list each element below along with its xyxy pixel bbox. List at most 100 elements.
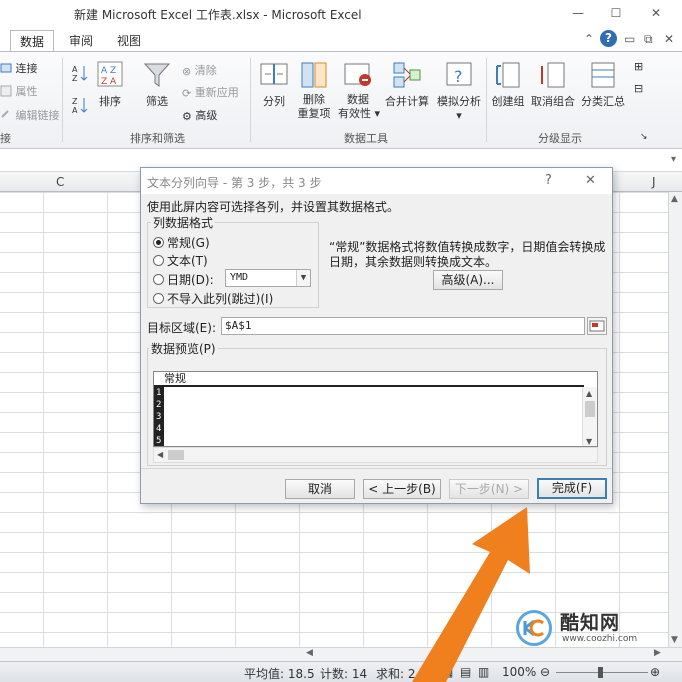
preview-column-header[interactable]: 常规 xyxy=(154,372,584,387)
status-sum: 求和: 2 xyxy=(376,667,416,681)
ribbon: 连接 属性 编辑链接 接 AZ ZA A ZZ A 排序 筛选 ⊗ 清除 ⟳ 重… xyxy=(0,51,682,149)
sort-ascending-icon: AZ xyxy=(72,64,88,85)
scroll-left-icon[interactable]: ◀ xyxy=(306,648,313,658)
vertical-scrollbar[interactable]: ▲ ▼ xyxy=(668,192,682,647)
range-picker-icon xyxy=(589,320,605,332)
radio-unselected-icon xyxy=(153,255,164,266)
clear-button[interactable]: ⊗ 清除 xyxy=(182,62,217,78)
finish-button[interactable]: 完成(F) xyxy=(537,478,607,499)
ribbon-close-icon[interactable]: ✕ xyxy=(664,32,674,46)
chevron-down-icon[interactable]: ▼ xyxy=(296,270,310,286)
date-format-value: YMD xyxy=(230,272,249,283)
dialog-close-button[interactable]: ✕ xyxy=(585,173,596,188)
status-count: 计数: 14 xyxy=(320,667,368,681)
edit-links-button[interactable]: 编辑链接 xyxy=(0,107,60,124)
dialog-launcher-icon[interactable]: ↘ xyxy=(640,132,648,142)
radio-date[interactable]: 日期(D): xyxy=(153,271,214,288)
reapply-button[interactable]: ⟳ 重新应用 xyxy=(182,84,239,100)
cancel-button[interactable]: 取消 xyxy=(285,479,355,499)
scroll-up-icon[interactable]: ▲ xyxy=(586,389,592,398)
coozhi-logo-icon xyxy=(516,610,552,646)
preview-values: 1 2 3 4 5 xyxy=(156,387,162,446)
tab-view[interactable]: 视图 xyxy=(110,30,148,52)
connections-button[interactable]: 连接 xyxy=(0,60,38,77)
consolidate-icon xyxy=(393,62,421,88)
properties-label: 属性 xyxy=(15,85,38,98)
connections-group-label: 接 xyxy=(0,132,11,145)
destination-input[interactable]: $A$1 xyxy=(221,317,585,335)
tab-review[interactable]: 审阅 xyxy=(62,30,100,52)
scroll-up-icon[interactable]: ▲ xyxy=(671,194,678,204)
range-picker-button[interactable] xyxy=(587,317,607,335)
help-icon[interactable]: ? xyxy=(600,30,617,47)
sort-button[interactable]: A ZZ A 排序 xyxy=(94,60,126,109)
preview-vertical-scrollbar[interactable]: ▲ ▼ xyxy=(582,387,597,446)
properties-button[interactable]: 属性 xyxy=(0,83,38,100)
dialog-instruction: 使用此屏内容可选择各列，并设置其数据格式。 xyxy=(147,200,400,214)
page-break-icon[interactable]: ▥ xyxy=(478,665,489,679)
clear-filter-icon: ⊗ xyxy=(182,64,192,78)
back-button[interactable]: < 上一步(B) xyxy=(363,479,441,499)
text-to-columns-icon xyxy=(260,63,288,85)
minimize-button[interactable]: — xyxy=(570,6,586,20)
destination-label: 目标区域(E): xyxy=(147,321,216,335)
preview-row: 5 xyxy=(156,436,162,446)
what-if-analysis-button[interactable]: ? 模拟分析 ▾ xyxy=(434,60,484,122)
column-j-header[interactable]: J xyxy=(652,175,656,189)
column-c-header[interactable]: C xyxy=(56,175,64,189)
radio-skip[interactable]: 不导入此列(跳过)(I) xyxy=(153,290,273,307)
data-validation-icon xyxy=(344,63,371,86)
dialog-help-button[interactable]: ? xyxy=(545,173,552,188)
preview-horizontal-scrollbar[interactable]: ◀ xyxy=(153,447,598,463)
tab-data[interactable]: 数据 xyxy=(10,30,54,52)
subtotal-icon xyxy=(591,62,615,88)
svg-text:A: A xyxy=(72,106,78,114)
ribbon-restore-icon[interactable]: ⧉ xyxy=(644,32,653,47)
normal-view-icon[interactable]: ▦ xyxy=(442,665,453,679)
next-button[interactable]: 下一步(N) > xyxy=(449,479,529,499)
radio-unselected-icon xyxy=(153,293,164,304)
data-validation-label-2: 有效性 xyxy=(338,107,371,120)
show-detail-icon: ⊞ xyxy=(634,60,644,73)
radio-general[interactable]: 常规(G) xyxy=(153,234,210,251)
preview-row: 4 xyxy=(156,424,162,434)
data-preview-box[interactable]: 常规 1 2 3 4 5 ▲ ▼ xyxy=(153,371,598,447)
advanced-filter-button[interactable]: ⚙ 高级 xyxy=(182,107,217,123)
filter-button[interactable]: 筛选 xyxy=(140,60,174,109)
sort-za-button[interactable]: ZA xyxy=(72,96,88,117)
expand-formula-bar-icon[interactable]: ▾ xyxy=(671,154,676,165)
subtotal-label: 分类汇总 xyxy=(581,95,625,108)
data-validation-label-1: 数据 xyxy=(347,93,369,106)
sort-az-button[interactable]: AZ xyxy=(72,64,88,85)
text-to-columns-button[interactable]: 分列 xyxy=(258,60,290,109)
close-button[interactable]: ✕ xyxy=(648,6,664,20)
scroll-thumb[interactable] xyxy=(168,450,184,460)
remove-duplicates-button[interactable]: 删除 重复项 xyxy=(296,60,332,121)
subtotal-button[interactable]: 分类汇总 xyxy=(578,60,628,109)
data-preview-legend: 数据预览(P) xyxy=(149,340,218,357)
consolidate-button[interactable]: 合并计算 xyxy=(382,60,432,109)
maximize-button[interactable]: ☐ xyxy=(608,6,624,20)
ribbon-minimize-icon[interactable]: ▭ xyxy=(624,32,635,46)
data-validation-button[interactable]: 数据 有效性 ▾ xyxy=(338,60,380,121)
radio-text[interactable]: 文本(T) xyxy=(153,252,208,269)
hide-detail-button[interactable]: ⊟ xyxy=(634,82,643,95)
collapse-ribbon-icon[interactable]: ⌃ xyxy=(584,32,594,46)
radio-selected-icon xyxy=(153,237,164,248)
page-layout-icon[interactable]: ▤ xyxy=(460,665,471,679)
advanced-button[interactable]: 高级(A)... xyxy=(433,270,503,290)
ungroup-button[interactable]: 取消组合 xyxy=(530,60,576,109)
scroll-down-icon[interactable]: ▼ xyxy=(671,635,678,645)
scroll-thumb[interactable] xyxy=(585,401,595,417)
svg-text:A: A xyxy=(72,65,78,74)
group-button[interactable]: 创建组 xyxy=(490,60,526,109)
scroll-down-icon[interactable]: ▼ xyxy=(586,437,592,446)
zoom-slider-thumb[interactable] xyxy=(598,667,603,678)
date-format-select[interactable]: YMD ▼ xyxy=(225,269,311,287)
zoom-in-icon[interactable]: ⊕ xyxy=(650,665,660,679)
scroll-left-icon[interactable]: ◀ xyxy=(157,450,163,459)
watermark: 酷知网 www.coozhi.com xyxy=(516,604,656,650)
zoom-out-icon[interactable]: ⊖ xyxy=(540,665,550,679)
zoom-level[interactable]: 100% xyxy=(502,665,536,679)
show-detail-button[interactable]: ⊞ xyxy=(634,60,643,73)
